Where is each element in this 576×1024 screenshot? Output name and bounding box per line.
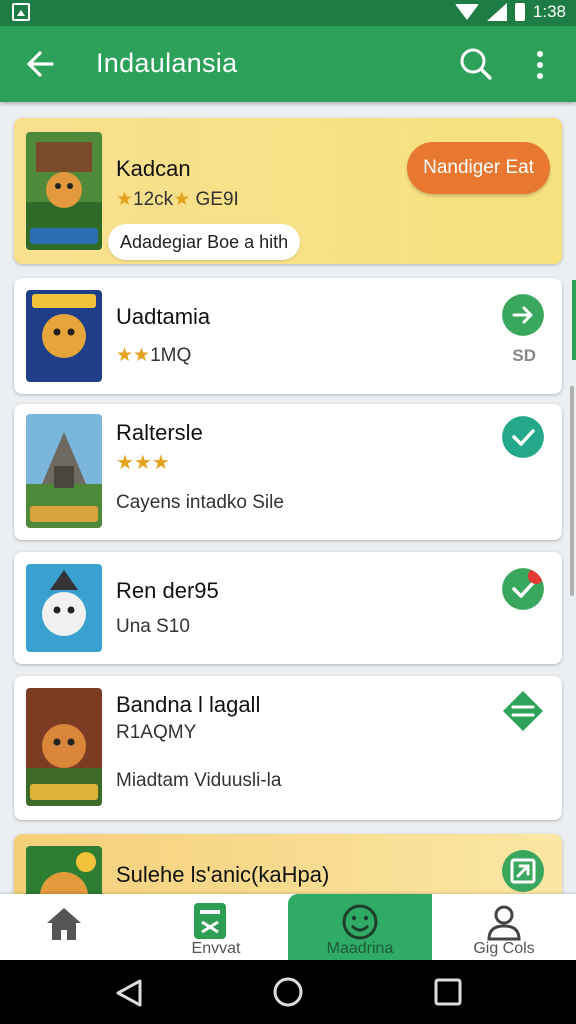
diamond-menu-icon[interactable]	[502, 690, 544, 732]
app-subtitle: R1AQMY	[116, 722, 197, 743]
app-name: Kadcan	[116, 156, 191, 181]
app-bar: Indaulansia	[0, 26, 576, 102]
more-vert-icon[interactable]	[526, 48, 554, 82]
nav-label: Gig Cols	[473, 940, 535, 957]
arrow-right-icon[interactable]	[502, 294, 544, 336]
app-thumbnail	[26, 132, 102, 250]
grid-app-icon	[194, 903, 226, 939]
star-icon: ★	[116, 189, 134, 210]
app-description: Cayens intadko Sile	[116, 492, 284, 513]
list-item[interactable]: Raltersle ★★★ Cayens intadko Sile	[14, 404, 562, 540]
status-badge: SD	[512, 346, 536, 365]
wifi-icon	[454, 4, 479, 20]
info-chip[interactable]: Adadegiar Boe a hith	[108, 224, 301, 260]
app-thumbnail	[26, 290, 102, 382]
signal-icon	[486, 3, 507, 21]
list-item[interactable]: Bandna l lagall R1AQMY Miadtam Viduusli-…	[14, 676, 562, 820]
nav-item-gig-cols[interactable]: Gig Cols	[432, 894, 576, 960]
home-circle-icon[interactable]	[272, 976, 304, 1008]
app-thumbnail	[26, 688, 102, 806]
person-icon	[487, 905, 521, 941]
app-name: Bandna l lagall	[116, 692, 261, 717]
open-app-icon[interactable]	[502, 850, 544, 892]
app-name: Raltersle	[116, 420, 203, 445]
nav-label: Maadrina	[326, 940, 394, 957]
check-icon[interactable]	[502, 416, 544, 458]
scrollbar[interactable]	[570, 386, 574, 596]
system-navigation-bar	[0, 960, 576, 1024]
nav-item-envvat[interactable]: Envvat	[144, 894, 288, 960]
primary-action-button[interactable]: Nandiger Eat	[407, 142, 550, 194]
app-description: Miadtam Viduusli-la	[116, 770, 282, 791]
app-name: Uadtamia	[116, 304, 211, 329]
check-notification-icon[interactable]	[502, 568, 544, 610]
home-icon	[47, 908, 81, 940]
smiley-icon	[342, 904, 378, 940]
bottom-navigation: Envvat Maadrina Gig Cols	[0, 894, 576, 960]
star-icon: ★★★	[116, 452, 170, 474]
recents-square-icon[interactable]	[434, 978, 462, 1006]
app-thumbnail	[26, 846, 102, 894]
list-item[interactable]: Uadtamia ★★1MQ SD	[14, 278, 562, 394]
app-name: Ren der95	[116, 578, 219, 603]
edge-indicator	[572, 280, 576, 360]
app-thumbnail	[26, 414, 102, 528]
star-icon: ★	[173, 189, 191, 210]
nav-item-home[interactable]	[0, 894, 144, 960]
back-triangle-icon[interactable]	[114, 978, 144, 1008]
list-item[interactable]: Kadcan ★12ck★ GE9I Nandiger Eat Adadegia…	[14, 118, 562, 264]
app-thumbnail	[26, 564, 102, 652]
nav-item-maadrina[interactable]: Maadrina	[288, 894, 432, 960]
app-subtitle: Una S10	[116, 616, 190, 637]
app-rating: ★★1MQ	[116, 345, 192, 366]
app-rating: ★12ck★ GE9I	[116, 189, 239, 210]
list-item[interactable]: Ren der95 Una S10	[14, 552, 562, 664]
status-bar: 1:38	[0, 0, 576, 26]
list-item[interactable]: Sulehe ls'anic(kaHpa)	[14, 834, 562, 894]
app-name: Sulehe ls'anic(kaHpa)	[116, 862, 330, 887]
nav-label: Envvat	[191, 940, 241, 957]
page-title: Indaulansia	[96, 48, 238, 78]
status-time: 1:38	[532, 2, 566, 21]
app-list[interactable]: Kadcan ★12ck★ GE9I Nandiger Eat Adadegia…	[0, 102, 576, 894]
battery-icon	[514, 3, 525, 21]
app-rating: ★★★	[116, 450, 170, 475]
star-icon: ★★	[116, 345, 151, 366]
search-icon[interactable]	[456, 44, 496, 84]
notification-image-icon	[12, 3, 30, 21]
arrow-left-icon[interactable]	[22, 44, 62, 84]
